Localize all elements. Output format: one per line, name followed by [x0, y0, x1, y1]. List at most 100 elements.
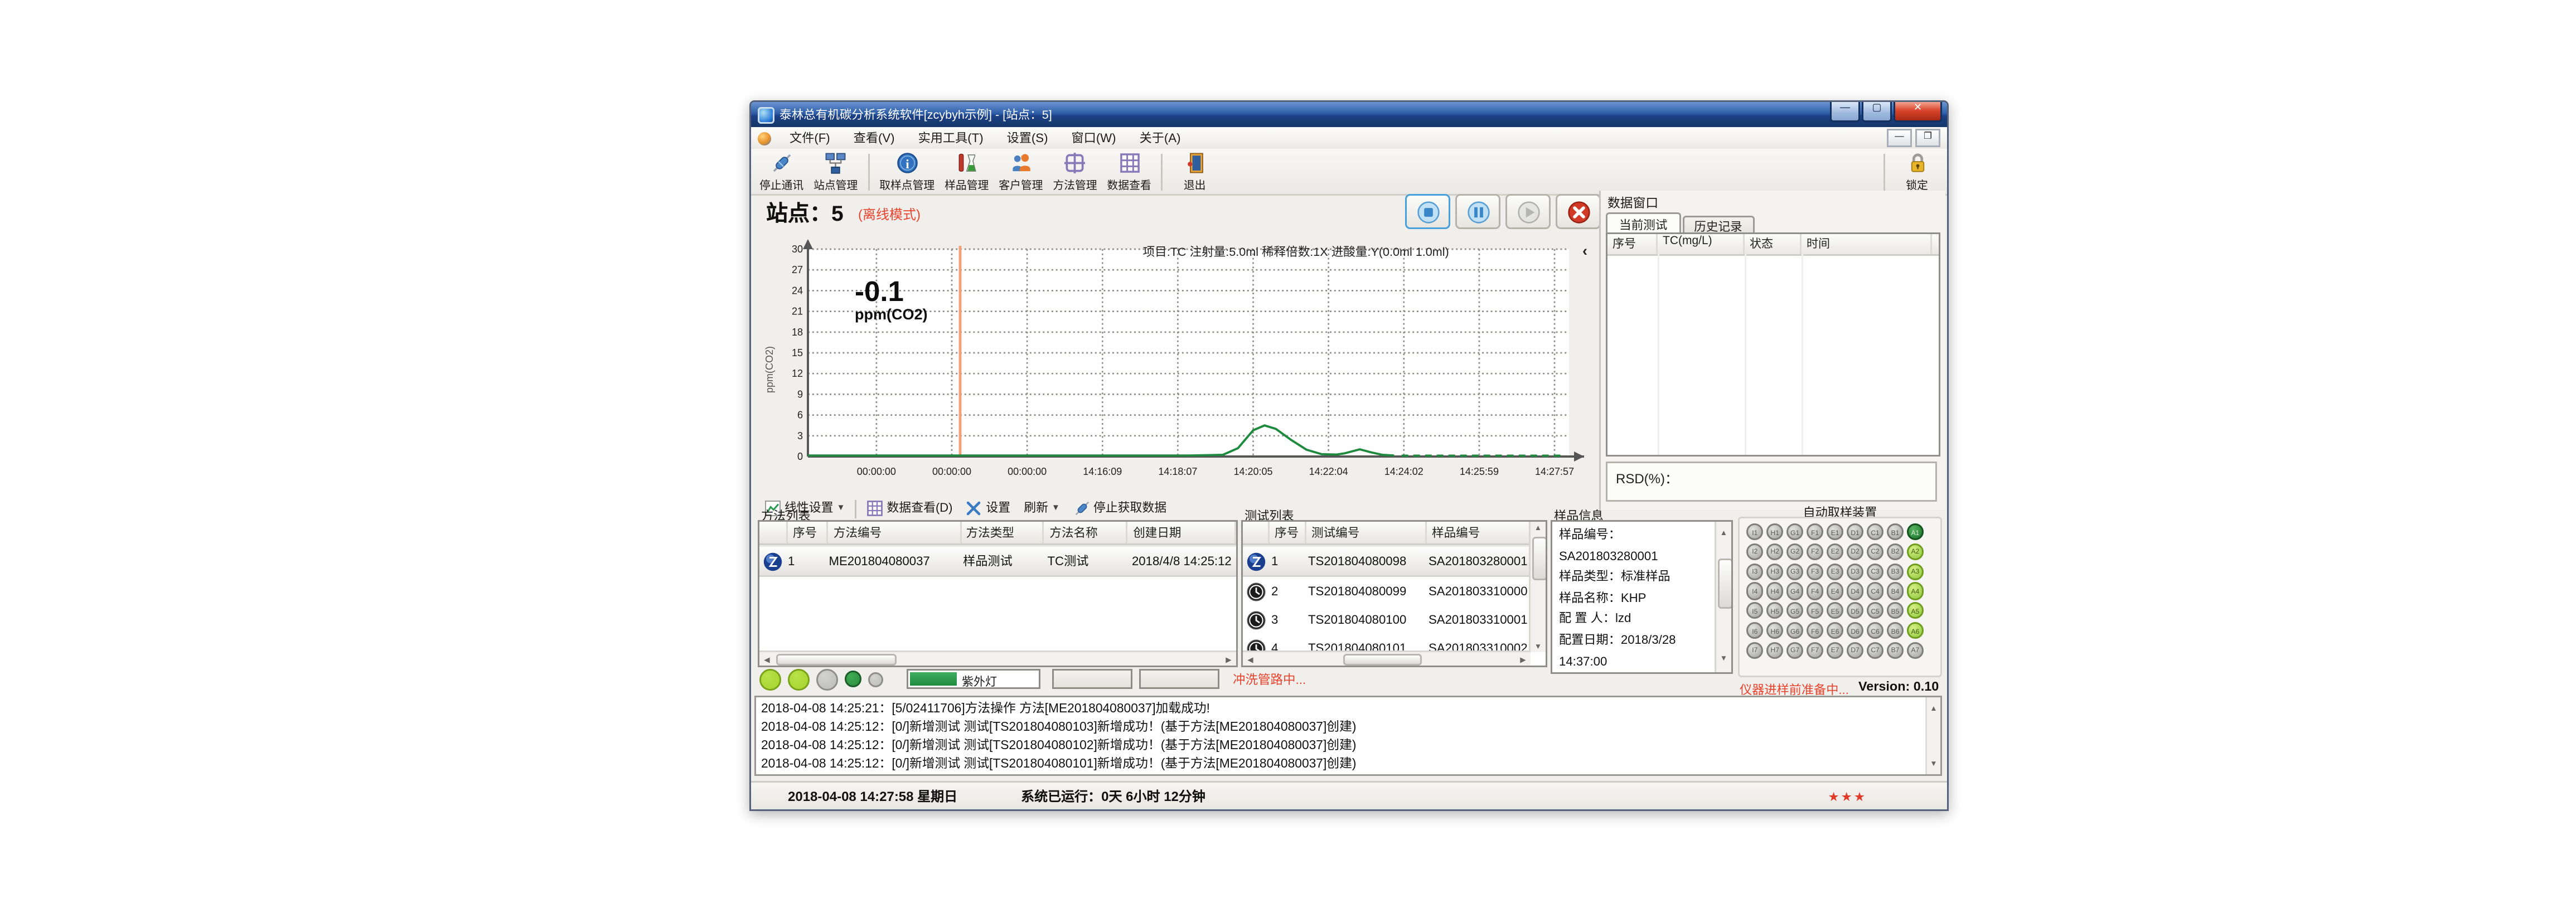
sampler-well-G7[interactable]: G7 — [1786, 642, 1804, 659]
sampler-well-H5[interactable]: H5 — [1766, 602, 1784, 619]
toolbar-button-3[interactable]: i取样点管理 — [874, 151, 940, 194]
sampler-well-F6[interactable]: F6 — [1807, 622, 1824, 639]
sampler-well-E2[interactable]: E2 — [1827, 543, 1844, 560]
sampler-well-H4[interactable]: H4 — [1766, 582, 1784, 600]
sampler-well-D3[interactable]: D3 — [1847, 563, 1864, 580]
sampler-well-B3[interactable]: B3 — [1887, 563, 1904, 580]
sampler-well-I4[interactable]: I4 — [1746, 582, 1764, 600]
sampler-well-F2[interactable]: F2 — [1807, 543, 1824, 560]
sampler-well-I5[interactable]: I5 — [1746, 602, 1764, 619]
sampler-well-H7[interactable]: H7 — [1766, 642, 1784, 659]
toolbar-button-5[interactable]: 客户管理 — [994, 151, 1048, 194]
menu-item-1[interactable]: 文件(F) — [778, 129, 842, 147]
sampler-well-I2[interactable]: I2 — [1746, 543, 1764, 560]
toolbar-button-8[interactable]: 退出 — [1168, 151, 1222, 194]
sampler-well-G1[interactable]: G1 — [1786, 523, 1804, 541]
sampler-well-B1[interactable]: B1 — [1887, 523, 1904, 541]
sampler-well-E7[interactable]: E7 — [1827, 642, 1844, 659]
table-row[interactable]: 3TS201804080100SA201803310001 — [1243, 605, 1531, 634]
sampler-well-B5[interactable]: B5 — [1887, 602, 1904, 619]
sampler-well-D2[interactable]: D2 — [1847, 543, 1864, 560]
toolbar-button-1[interactable]: 停止通讯 — [754, 151, 808, 194]
sampler-well-C1[interactable]: C1 — [1867, 523, 1884, 541]
sampler-well-B4[interactable]: B4 — [1887, 582, 1904, 600]
chart-tool-4[interactable]: 刷新▼ — [1017, 500, 1067, 517]
method-list-hscrollbar[interactable]: ◀▶ — [759, 650, 1236, 666]
toolbar-button-2[interactable]: 站点管理 — [808, 151, 863, 194]
chart-tool-5[interactable]: 停止获取数据 — [1067, 500, 1173, 517]
sampler-well-E4[interactable]: E4 — [1827, 582, 1844, 600]
sampler-well-B6[interactable]: B6 — [1887, 622, 1904, 639]
sampler-well-H6[interactable]: H6 — [1766, 622, 1784, 639]
sampler-well-H3[interactable]: H3 — [1766, 563, 1784, 580]
sampler-well-F3[interactable]: F3 — [1807, 563, 1824, 580]
sampler-well-A5[interactable]: A5 — [1907, 602, 1924, 619]
toolbar-button-7[interactable]: 数据查看 — [1102, 151, 1156, 194]
chart-tool-3[interactable]: 设置 — [959, 500, 1017, 517]
mdi-restore-button[interactable]: ❐ — [1915, 129, 1940, 147]
toolbar-button-6[interactable]: 方法管理 — [1048, 151, 1102, 194]
sampler-well-H2[interactable]: H2 — [1766, 543, 1784, 560]
play-button[interactable] — [1505, 194, 1551, 229]
current-test-table[interactable]: 序号TC(mg/L)状态时间 — [1606, 232, 1940, 457]
menu-item-5[interactable]: 窗口(W) — [1060, 129, 1128, 147]
log-vscrollbar[interactable]: ▲▼ — [1925, 697, 1940, 774]
sampler-well-F7[interactable]: F7 — [1807, 642, 1824, 659]
sampler-well-D5[interactable]: D5 — [1847, 602, 1864, 619]
sampler-well-E5[interactable]: E5 — [1827, 602, 1844, 619]
sampler-well-C7[interactable]: C7 — [1867, 642, 1884, 659]
log-area[interactable]: 2018-04-08 14:25:21：[5/02411706]方法操作 方法[… — [754, 696, 1942, 776]
cancel-button[interactable] — [1556, 194, 1601, 229]
pause-button[interactable] — [1455, 194, 1500, 229]
table-row[interactable]: 2TS201804080099SA201803310000 — [1243, 577, 1531, 605]
sampler-well-G3[interactable]: G3 — [1786, 563, 1804, 580]
sampler-well-A2[interactable]: A2 — [1907, 543, 1924, 560]
sampler-well-G5[interactable]: G5 — [1786, 602, 1804, 619]
sampler-well-D6[interactable]: D6 — [1847, 622, 1864, 639]
sampler-well-C4[interactable]: C4 — [1867, 582, 1884, 600]
mdi-minimize-button[interactable]: — — [1887, 129, 1912, 147]
sampler-well-D1[interactable]: D1 — [1847, 523, 1864, 541]
titlebar[interactable]: 泰林总有机碳分析系统软件[zcybyh示例] - [站点：5] — ▢ ✕ — [751, 102, 1947, 127]
sampler-well-B7[interactable]: B7 — [1887, 642, 1904, 659]
test-list-table[interactable]: 序号测试编号样品编号 1TS201804080098SA201803280001… — [1241, 520, 1547, 667]
sampler-well-F5[interactable]: F5 — [1807, 602, 1824, 619]
sampler-well-A3[interactable]: A3 — [1907, 563, 1924, 580]
table-row[interactable]: 1TS201804080098SA201803280001 — [1243, 545, 1531, 577]
sampler-well-E1[interactable]: E1 — [1827, 523, 1844, 541]
menu-item-4[interactable]: 设置(S) — [995, 129, 1060, 147]
sampler-well-C6[interactable]: C6 — [1867, 622, 1884, 639]
sampler-well-I1[interactable]: I1 — [1746, 523, 1764, 541]
table-row[interactable]: 1ME201804080037样品测试TC测试2018/4/8 14:25:12 — [759, 545, 1236, 577]
sample-info-vscrollbar[interactable]: ▲▼ — [1715, 522, 1731, 672]
sampler-well-A1[interactable]: A1 — [1907, 523, 1924, 541]
minimize-button[interactable]: — — [1830, 102, 1860, 122]
test-list-vscrollbar[interactable]: ▲▼ — [1529, 522, 1546, 652]
sampler-well-A7[interactable]: A7 — [1907, 642, 1924, 659]
close-button[interactable]: ✕ — [1894, 102, 1942, 122]
menu-item-3[interactable]: 实用工具(T) — [907, 129, 995, 147]
sampler-well-E6[interactable]: E6 — [1827, 622, 1844, 639]
sampler-well-F4[interactable]: F4 — [1807, 582, 1824, 600]
sampler-well-D4[interactable]: D4 — [1847, 582, 1864, 600]
stop-button[interactable] — [1405, 194, 1450, 229]
sampler-well-A4[interactable]: A4 — [1907, 582, 1924, 600]
sampler-well-B2[interactable]: B2 — [1887, 543, 1904, 560]
sampler-well-G4[interactable]: G4 — [1786, 582, 1804, 600]
sampler-well-F1[interactable]: F1 — [1807, 523, 1824, 541]
sampler-well-H1[interactable]: H1 — [1766, 523, 1784, 541]
sampler-well-G6[interactable]: G6 — [1786, 622, 1804, 639]
sampler-well-I7[interactable]: I7 — [1746, 642, 1764, 659]
toolbar-button-4[interactable]: 样品管理 — [940, 151, 994, 194]
menu-item-2[interactable]: 查看(V) — [842, 129, 907, 147]
method-list-table[interactable]: 序号方法编号方法类型方法名称创建日期 1ME201804080037样品测试TC… — [758, 520, 1238, 667]
sampler-well-D7[interactable]: D7 — [1847, 642, 1864, 659]
sampler-well-A6[interactable]: A6 — [1907, 622, 1924, 639]
lock-button[interactable]: 锁定 — [1890, 151, 1944, 194]
sampler-well-G2[interactable]: G2 — [1786, 543, 1804, 560]
sampler-well-E3[interactable]: E3 — [1827, 563, 1844, 580]
sampler-well-C2[interactable]: C2 — [1867, 543, 1884, 560]
sampler-well-C5[interactable]: C5 — [1867, 602, 1884, 619]
menu-item-6[interactable]: 关于(A) — [1128, 129, 1193, 147]
sampler-well-C3[interactable]: C3 — [1867, 563, 1884, 580]
